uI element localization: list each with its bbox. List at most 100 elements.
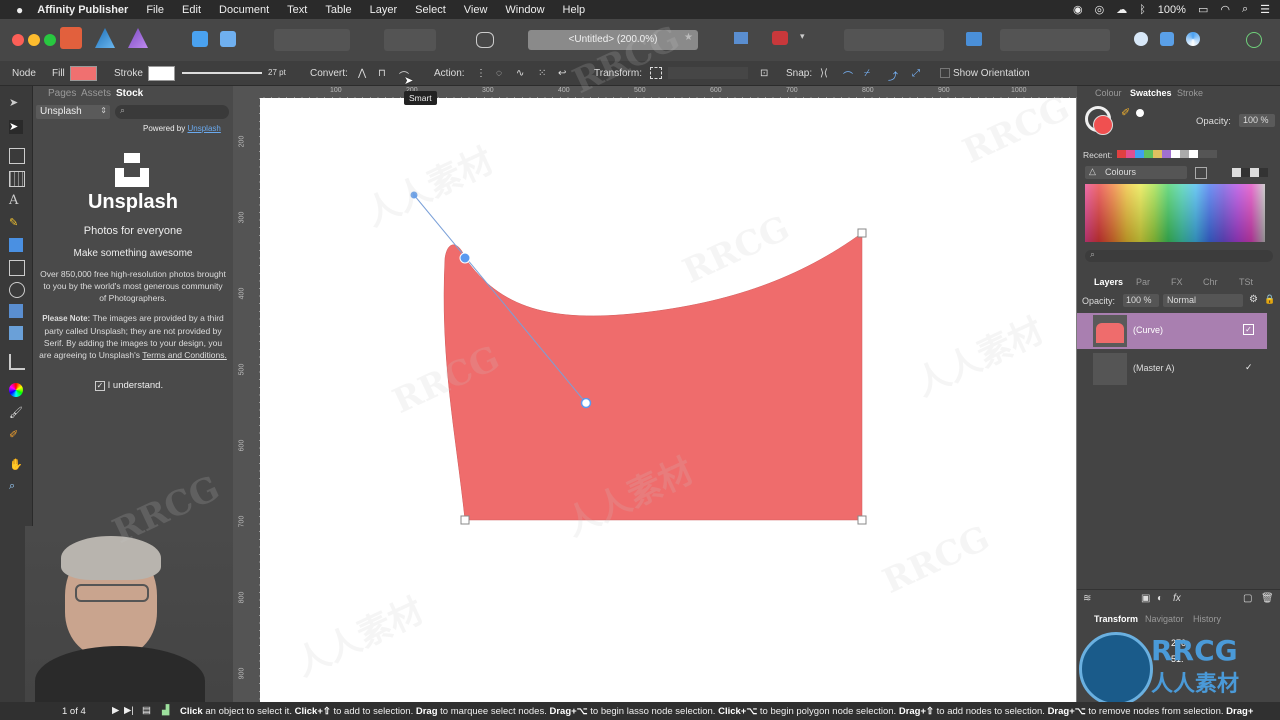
eyedropper-icon[interactable]: ✐	[1121, 106, 1130, 119]
bluetooth-icon[interactable]: ᛒ	[1139, 4, 1146, 16]
last-page-icon[interactable]: ▶|	[124, 705, 134, 716]
gear-icon[interactable]: ⚙	[1249, 294, 1258, 305]
share-icon[interactable]	[192, 31, 208, 47]
next-page-icon[interactable]: ▶	[112, 705, 119, 716]
node-bottom-left[interactable]	[460, 515, 470, 525]
arrange-icon[interactable]	[220, 31, 236, 47]
layer-visible-checkbox[interactable]: ✓	[1243, 324, 1254, 335]
menu-document[interactable]: Document	[219, 4, 269, 16]
reverse-curve-icon[interactable]: ↩	[558, 68, 566, 79]
pen-tool-icon[interactable]: ✎	[9, 216, 23, 230]
stock-search-input[interactable]: ⌕	[115, 105, 229, 119]
stroke-width-value[interactable]: 27 pt	[268, 68, 286, 77]
close-window-button[interactable]	[12, 34, 24, 46]
close-curve-icon[interactable]: ◌	[496, 68, 502, 79]
order-buttons[interactable]	[844, 29, 944, 51]
star-icon[interactable]: ★	[684, 32, 693, 43]
preview-icon[interactable]	[476, 32, 494, 48]
menu-layer[interactable]: Layer	[370, 4, 398, 16]
ellipse-frame-tool-icon[interactable]	[9, 282, 25, 298]
table-tool-icon[interactable]	[9, 171, 25, 187]
place-image-tool-icon[interactable]	[9, 304, 23, 318]
swatch-search-input[interactable]: ⌕	[1085, 249, 1273, 262]
colour-swatch-grid[interactable]	[1085, 184, 1265, 242]
publisher-persona-icon[interactable]	[60, 27, 82, 49]
transform-buttons-group[interactable]	[668, 67, 748, 79]
tab-fx[interactable]: FX	[1171, 277, 1183, 287]
smooth-curve-icon[interactable]: ∿	[516, 68, 524, 79]
menu-help[interactable]: Help	[563, 4, 586, 16]
control-handle-end[interactable]	[580, 397, 592, 409]
delete-layer-icon[interactable]: 🗑	[1261, 593, 1274, 604]
adjustment-icon[interactable]: ◐	[1157, 593, 1163, 604]
tab-swatches[interactable]: Swatches	[1130, 88, 1172, 98]
control-handle-start[interactable]	[410, 191, 418, 199]
layers-stack-icon[interactable]: ≋	[1083, 593, 1091, 604]
menu-file[interactable]: File	[146, 4, 164, 16]
zoom-window-button[interactable]	[44, 34, 56, 46]
align-icon[interactable]	[966, 32, 982, 46]
insert-icon[interactable]	[1160, 32, 1174, 46]
tab-transform[interactable]: Transform	[1094, 614, 1138, 624]
menu-table[interactable]: Table	[325, 4, 351, 16]
snap-selected-icon[interactable]: ⊡	[760, 68, 768, 79]
link-button[interactable]	[384, 29, 436, 51]
break-curve-icon[interactable]: ⋮	[476, 68, 486, 79]
zoom-tool-icon[interactable]: ⌕	[9, 480, 23, 494]
transform-mode-icon[interactable]	[650, 67, 662, 79]
snapping-icon[interactable]	[772, 31, 788, 45]
page-indicator[interactable]: 1 of 4	[62, 706, 86, 717]
layer-visible-check-icon[interactable]: ✓	[1245, 362, 1253, 373]
document-page[interactable]	[260, 98, 1076, 702]
cloud-icon[interactable]: ☁	[1116, 3, 1127, 16]
frame-text-tool-icon[interactable]	[9, 148, 25, 164]
palette-select[interactable]: △ Colours	[1085, 166, 1187, 179]
tab-layers[interactable]: Layers	[1094, 277, 1123, 287]
control-center-icon[interactable]: ☰	[1260, 3, 1270, 16]
selected-node[interactable]	[459, 252, 471, 264]
tab-navigator[interactable]: Navigator	[1145, 614, 1184, 624]
fill-swatch[interactable]	[70, 66, 97, 81]
hand-tool-icon[interactable]: ✋	[9, 458, 23, 472]
tab-paragraph[interactable]: Par	[1136, 277, 1150, 287]
convert-sharp-icon[interactable]: ⋀	[358, 68, 366, 79]
convert-smooth-icon[interactable]: ⊓	[378, 68, 386, 79]
eyedropper-tool-icon[interactable]: ✐	[9, 428, 23, 442]
node-tool-icon[interactable]: ➤	[9, 120, 23, 134]
snap-option-2-icon[interactable]: ⌒	[843, 68, 853, 83]
palette-view-icon[interactable]	[1232, 168, 1268, 177]
wifi-icon[interactable]: ◠	[1220, 3, 1230, 16]
stock-source-select[interactable]: Unsplash ⇕	[36, 105, 110, 119]
rectangle-tool-icon[interactable]	[9, 238, 23, 252]
picture-frame-tool-icon[interactable]	[9, 260, 25, 276]
fill-tool-icon[interactable]: 🖌	[9, 406, 23, 420]
stroke-swatch[interactable]	[148, 66, 175, 81]
preflight-button[interactable]	[274, 29, 350, 51]
move-tool-icon[interactable]: ➤	[9, 96, 23, 110]
photo-persona-icon[interactable]	[128, 28, 148, 48]
curve-shape-canvas[interactable]	[260, 98, 1076, 702]
join-curves-icon[interactable]: ⁙	[538, 68, 546, 79]
swatch-opacity-input[interactable]: 100 %	[1239, 114, 1275, 127]
vector-crop-tool-icon[interactable]	[9, 326, 23, 340]
tab-assets[interactable]: Assets	[81, 88, 111, 99]
menu-edit[interactable]: Edit	[182, 4, 201, 16]
tab-pages[interactable]: Pages	[48, 88, 76, 99]
mask-icon[interactable]: ▣	[1141, 593, 1150, 604]
creative-cloud-icon[interactable]: ◎	[1095, 3, 1105, 16]
fill-colour-well[interactable]	[1093, 115, 1113, 135]
colour-wheel-icon[interactable]	[1186, 32, 1200, 46]
menu-text[interactable]: Text	[287, 4, 307, 16]
recent-swatches[interactable]	[1117, 150, 1217, 158]
layer-row-master[interactable]: (Master A) ✓	[1077, 351, 1267, 387]
menu-view[interactable]: View	[464, 4, 488, 16]
account-icon[interactable]	[1246, 32, 1262, 48]
menu-select[interactable]: Select	[415, 4, 446, 16]
show-orientation-checkbox[interactable]	[940, 68, 950, 78]
understand-checkbox[interactable]: ✓	[95, 381, 105, 391]
view-mode-icon[interactable]	[734, 32, 748, 44]
minimize-window-button[interactable]	[28, 34, 40, 46]
crop-tool-icon[interactable]	[9, 354, 25, 370]
tab-colour[interactable]: Colour	[1095, 88, 1122, 98]
record-icon[interactable]: ◉	[1073, 3, 1083, 16]
